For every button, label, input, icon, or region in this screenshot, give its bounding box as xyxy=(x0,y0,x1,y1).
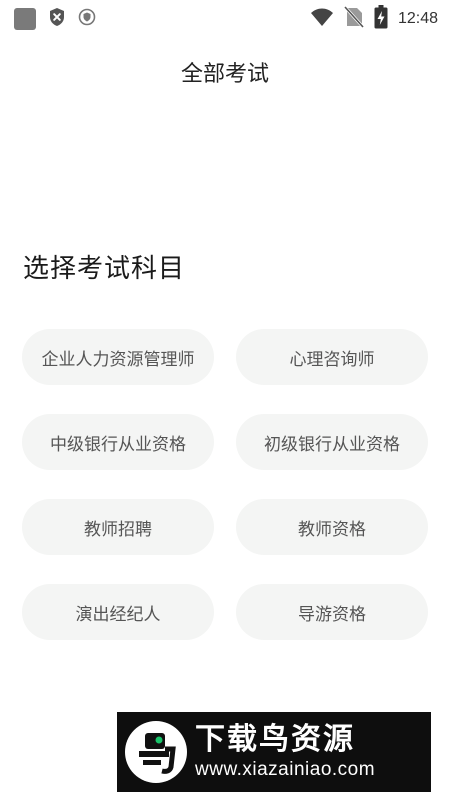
subject-button[interactable]: 初级银行从业资格 xyxy=(236,414,428,470)
watermark-url: www.xiazainiao.com xyxy=(195,759,376,780)
bird-logo-icon xyxy=(125,721,187,783)
app-square-icon xyxy=(14,8,36,30)
subject-button[interactable]: 心理咨询师 xyxy=(236,329,428,385)
watermark-banner: 下载鸟资源 www.xiazainiao.com xyxy=(117,712,431,792)
shield-dot-icon xyxy=(78,8,96,30)
subject-button[interactable]: 企业人力资源管理师 xyxy=(22,329,214,385)
status-bar-left xyxy=(14,7,96,31)
page-title: 全部考试 xyxy=(180,62,269,87)
subject-grid: 企业人力资源管理师 心理咨询师 中级银行从业资格 初级银行从业资格 教师招聘 教… xyxy=(22,329,428,640)
subject-button[interactable]: 教师资格 xyxy=(236,499,428,555)
status-bar: 12:48 xyxy=(0,0,450,34)
watermark-brand: 下载鸟资源 xyxy=(195,722,355,757)
status-time: 12:48 xyxy=(397,10,438,27)
wifi-icon xyxy=(310,7,334,31)
no-sim-icon xyxy=(343,5,365,32)
watermark-text: 下载鸟资源 www.xiazainiao.com xyxy=(195,722,375,782)
subject-button[interactable]: 教师招聘 xyxy=(22,499,214,555)
shield-x-icon xyxy=(48,7,66,31)
subject-button[interactable]: 导游资格 xyxy=(236,584,428,640)
subject-button[interactable]: 中级银行从业资格 xyxy=(22,414,214,470)
section-title: 选择考试科目 xyxy=(23,254,186,284)
status-bar-right: 12:48 xyxy=(310,5,438,33)
subject-button[interactable]: 演出经纪人 xyxy=(22,584,214,640)
battery-charging-icon xyxy=(374,5,388,33)
